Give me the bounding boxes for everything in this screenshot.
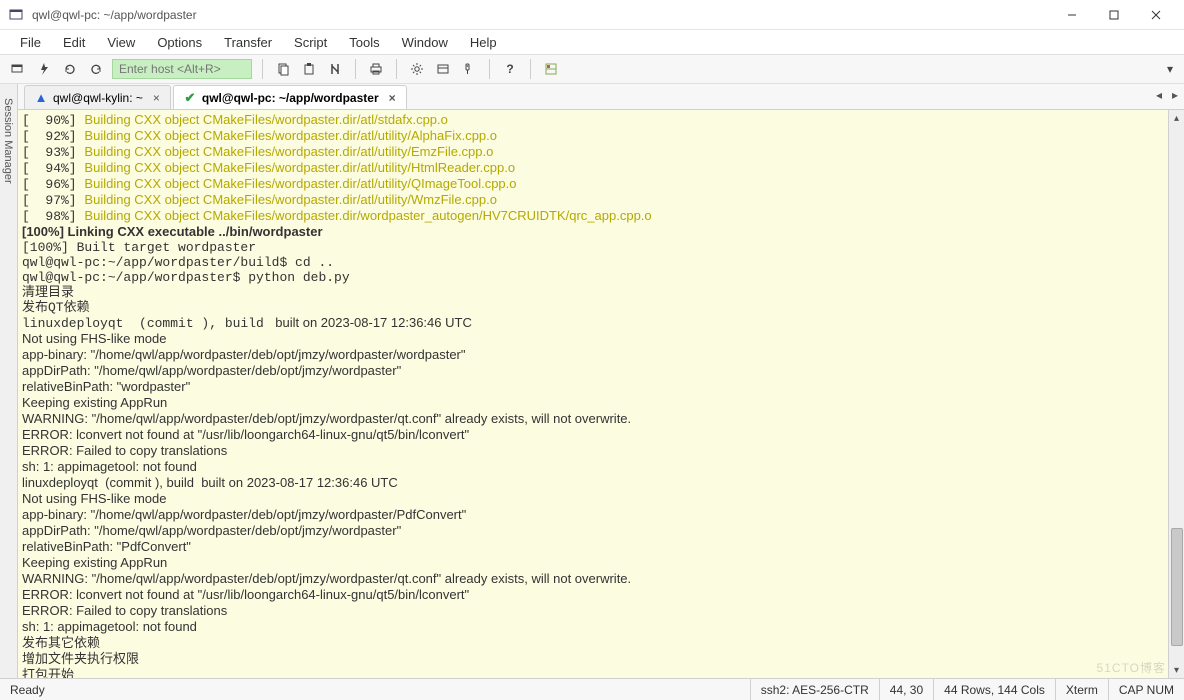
- status-size: 44 Rows, 144 Cols: [934, 679, 1056, 700]
- scrollbar[interactable]: ▴ ▾: [1168, 110, 1184, 678]
- settings-icon[interactable]: [407, 59, 427, 79]
- tab-next-icon[interactable]: ▸: [1172, 88, 1178, 102]
- separator: [262, 59, 263, 79]
- tab-prev-icon[interactable]: ◂: [1156, 88, 1162, 102]
- warning-icon: ▲: [35, 92, 47, 104]
- window-title: qwl@qwl-pc: ~/app/wordpaster: [32, 8, 1052, 22]
- session-tab[interactable]: ✔ qwl@qwl-pc: ~/app/wordpaster ×: [173, 85, 407, 109]
- session-tab[interactable]: ▲ qwl@qwl-kylin: ~ ×: [24, 85, 171, 109]
- menu-transfer[interactable]: Transfer: [214, 33, 282, 52]
- tab-arrows: ◂ ▸: [1156, 88, 1178, 102]
- content-column: ▲ qwl@qwl-kylin: ~ × ✔ qwl@qwl-pc: ~/app/wor…: [18, 84, 1184, 678]
- titlebar: qwl@qwl-pc: ~/app/wordpaster: [0, 0, 1184, 30]
- scroll-track[interactable]: [1169, 126, 1184, 662]
- status-cursor-pos: 44, 30: [880, 679, 934, 700]
- status-caps: CAP NUM: [1109, 679, 1184, 700]
- find-icon[interactable]: [325, 59, 345, 79]
- print-icon[interactable]: [366, 59, 386, 79]
- disconnect-icon[interactable]: [86, 59, 106, 79]
- tab-close-icon[interactable]: ×: [153, 91, 160, 105]
- tab-label: qwl@qwl-kylin: ~: [53, 91, 143, 105]
- main-area: Session Manager ▲ qwl@qwl-kylin: ~ × ✔ qwl@q…: [0, 84, 1184, 678]
- terminal-output: [ 90%] Building CXX object CMakeFiles/wo…: [18, 110, 1184, 678]
- separator: [489, 59, 490, 79]
- separator: [355, 59, 356, 79]
- session-options-icon[interactable]: [433, 59, 453, 79]
- menu-tools[interactable]: Tools: [339, 33, 389, 52]
- app-icon: [8, 7, 24, 23]
- toolbar-overflow-icon[interactable]: ▾: [1164, 62, 1176, 76]
- menu-script[interactable]: Script: [284, 33, 337, 52]
- scroll-down-icon[interactable]: ▾: [1169, 662, 1184, 678]
- close-button[interactable]: [1136, 3, 1176, 27]
- menu-options[interactable]: Options: [147, 33, 212, 52]
- status-ready: Ready: [0, 679, 751, 700]
- quick-connect-icon[interactable]: [34, 59, 54, 79]
- toolbar: ? ▾: [0, 54, 1184, 84]
- help-icon[interactable]: ?: [500, 59, 520, 79]
- status-connection: ssh2: AES-256-CTR: [751, 679, 880, 700]
- tabbar: ▲ qwl@qwl-kylin: ~ × ✔ qwl@qwl-pc: ~/app/wor…: [18, 84, 1184, 110]
- menu-file[interactable]: File: [10, 33, 51, 52]
- scroll-thumb[interactable]: [1171, 528, 1183, 646]
- session-manager-tab[interactable]: Session Manager: [0, 84, 18, 678]
- paste-icon[interactable]: [299, 59, 319, 79]
- menu-view[interactable]: View: [97, 33, 145, 52]
- connect-icon[interactable]: [8, 59, 28, 79]
- host-input[interactable]: [112, 59, 252, 79]
- reconnect-icon[interactable]: [60, 59, 80, 79]
- check-icon: ✔: [184, 92, 196, 104]
- terminal[interactable]: [ 90%] Building CXX object CMakeFiles/wo…: [18, 110, 1184, 678]
- minimize-button[interactable]: [1052, 3, 1092, 27]
- status-term-type: Xterm: [1056, 679, 1109, 700]
- separator: [396, 59, 397, 79]
- toggle-pane-icon[interactable]: [541, 59, 561, 79]
- window-controls: [1052, 3, 1176, 27]
- menu-help[interactable]: Help: [460, 33, 507, 52]
- menu-window[interactable]: Window: [392, 33, 458, 52]
- menubar: FileEditViewOptionsTransferScriptToolsWi…: [0, 30, 1184, 54]
- tab-label: qwl@qwl-pc: ~/app/wordpaster: [202, 91, 379, 105]
- menu-edit[interactable]: Edit: [53, 33, 95, 52]
- maximize-button[interactable]: [1094, 3, 1134, 27]
- session-manager-label: Session Manager: [0, 92, 16, 190]
- statusbar: Ready ssh2: AES-256-CTR 44, 30 44 Rows, …: [0, 678, 1184, 700]
- separator: [530, 59, 531, 79]
- tab-close-icon[interactable]: ×: [389, 91, 396, 105]
- scroll-up-icon[interactable]: ▴: [1169, 110, 1184, 126]
- copy-icon[interactable]: [273, 59, 293, 79]
- keymap-icon[interactable]: [459, 59, 479, 79]
